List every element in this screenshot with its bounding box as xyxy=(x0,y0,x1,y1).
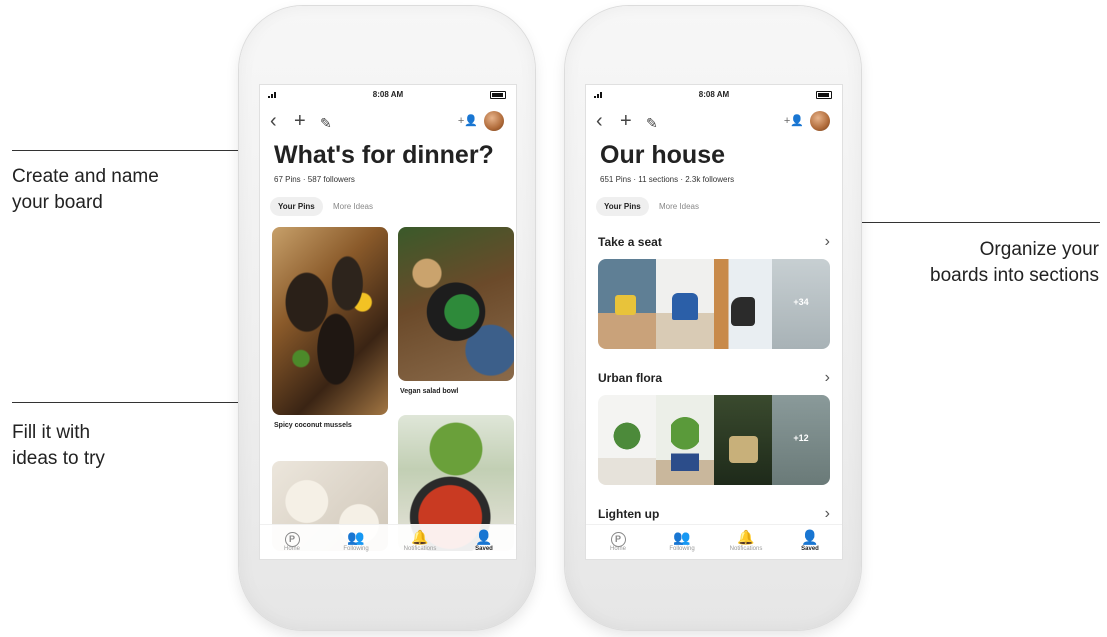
board-toolbar: ‹ + ✎ +👤 xyxy=(586,107,842,135)
section-header[interactable]: Urban flora › xyxy=(598,369,830,386)
callout-create-board: Create and name your board xyxy=(12,164,159,216)
board-meta: 67 Pins · 587 followers xyxy=(274,175,355,184)
nav-notifications[interactable]: 🔔 Notifications xyxy=(714,525,778,559)
following-icon: 👥 xyxy=(347,529,365,545)
callout-text: your board xyxy=(12,192,103,213)
section-thumbnail xyxy=(656,259,714,349)
nav-following[interactable]: 👥 Following xyxy=(650,525,714,559)
nav-notifications[interactable]: 🔔 Notifications xyxy=(388,525,452,559)
callout-text: ideas to try xyxy=(12,448,105,469)
nav-label: Following xyxy=(343,546,369,552)
status-bar: 8:08 AM xyxy=(260,85,516,103)
profile-icon: 👤 xyxy=(475,529,493,545)
section-title: Lighten up xyxy=(598,507,660,521)
nav-following[interactable]: 👥 Following xyxy=(324,525,388,559)
pencil-icon[interactable]: ✎ xyxy=(646,113,658,133)
callout-text: Organize your xyxy=(979,239,1099,260)
battery-icon xyxy=(490,91,506,99)
chevron-right-icon: › xyxy=(824,233,830,250)
leader-line xyxy=(12,150,258,151)
plus-icon[interactable]: + xyxy=(620,111,632,131)
avatar[interactable] xyxy=(484,111,504,131)
callout-text: Fill it with xyxy=(12,422,91,443)
pencil-icon[interactable]: ✎ xyxy=(320,113,332,133)
callout-organize-sections: Organize your boards into sections xyxy=(930,237,1099,289)
section-thumbnail xyxy=(598,259,656,349)
nav-label: Saved xyxy=(475,546,493,552)
status-bar: 8:08 AM xyxy=(586,85,842,103)
tab-more-ideas[interactable]: More Ideas xyxy=(325,197,381,216)
pin-image[interactable] xyxy=(398,227,514,381)
section-preview[interactable]: +34 xyxy=(598,259,830,349)
nav-label: Notifications xyxy=(403,546,437,552)
status-time: 8:08 AM xyxy=(698,90,730,99)
pin-title[interactable]: Spicy coconut mussels xyxy=(274,421,384,430)
board-toolbar: ‹ + ✎ +👤 xyxy=(260,107,516,135)
bell-icon: 🔔 xyxy=(411,529,429,545)
tab-more-ideas[interactable]: More Ideas xyxy=(651,197,707,216)
more-count: +34 xyxy=(793,297,809,307)
pinterest-logo-icon: P xyxy=(586,528,650,547)
chevron-right-icon: › xyxy=(824,505,830,522)
section-thumbnail xyxy=(656,395,714,485)
chevron-right-icon: › xyxy=(824,369,830,386)
phone-screen: 8:08 AM ‹ + ✎ +👤 Our house 651 Pins · 11… xyxy=(585,84,843,560)
back-icon[interactable]: ‹ xyxy=(596,111,603,131)
nav-home[interactable]: P Home xyxy=(586,525,650,559)
back-icon[interactable]: ‹ xyxy=(270,111,277,131)
bottom-nav: P Home 👥 Following 🔔 Notifications 👤 Sav… xyxy=(260,524,516,559)
section-preview[interactable]: +12 xyxy=(598,395,830,485)
section-thumbnail xyxy=(598,395,656,485)
tab-your-pins[interactable]: Your Pins xyxy=(270,197,323,216)
board-tabs: Your Pins More Ideas xyxy=(270,197,381,216)
nav-label: Home xyxy=(609,546,626,552)
nav-label: Following xyxy=(669,546,695,552)
phone-left: 8:08 AM ‹ + ✎ +👤 What's for dinner? 67 P… xyxy=(239,6,535,630)
pin-title[interactable]: Vegan salad bowl xyxy=(400,387,510,396)
avatar[interactable] xyxy=(810,111,830,131)
nav-home[interactable]: P Home xyxy=(260,525,324,559)
board-tabs: Your Pins More Ideas xyxy=(596,197,707,216)
following-icon: 👥 xyxy=(673,529,691,545)
pin-image[interactable] xyxy=(272,227,388,415)
more-count: +12 xyxy=(793,433,809,443)
callout-fill-ideas: Fill it with ideas to try xyxy=(12,420,105,472)
nav-label: Home xyxy=(283,546,300,552)
leader-line xyxy=(12,402,258,403)
phone-right: 8:08 AM ‹ + ✎ +👤 Our house 651 Pins · 11… xyxy=(565,6,861,630)
callout-text: boards into sections xyxy=(930,265,1099,286)
plus-icon[interactable]: + xyxy=(294,111,306,131)
add-collaborator-icon[interactable]: +👤 xyxy=(784,114,804,127)
section-header[interactable]: Lighten up › xyxy=(598,505,830,522)
add-collaborator-icon[interactable]: +👤 xyxy=(458,114,478,127)
nav-saved[interactable]: 👤 Saved xyxy=(778,525,842,559)
nav-saved[interactable]: 👤 Saved xyxy=(452,525,516,559)
board-title: What's for dinner? xyxy=(274,141,494,169)
board-meta: 651 Pins · 11 sections · 2.3k followers xyxy=(600,175,735,184)
section-title: Take a seat xyxy=(598,235,662,249)
tab-your-pins[interactable]: Your Pins xyxy=(596,197,649,216)
profile-icon: 👤 xyxy=(801,529,819,545)
section-thumbnail: +34 xyxy=(772,259,830,349)
nav-label: Saved xyxy=(801,546,819,552)
bottom-nav: P Home 👥 Following 🔔 Notifications 👤 Sav… xyxy=(586,524,842,559)
section-thumbnail xyxy=(714,259,772,349)
battery-icon xyxy=(816,91,832,99)
section-title: Urban flora xyxy=(598,371,663,385)
status-time: 8:08 AM xyxy=(372,90,404,99)
nav-label: Notifications xyxy=(729,546,763,552)
section-thumbnail xyxy=(714,395,772,485)
section-header[interactable]: Take a seat › xyxy=(598,233,830,250)
section-thumbnail: +12 xyxy=(772,395,830,485)
callout-text: Create and name xyxy=(12,166,159,187)
board-title: Our house xyxy=(600,141,726,169)
pinterest-logo-icon: P xyxy=(260,528,324,547)
bell-icon: 🔔 xyxy=(737,529,755,545)
phone-screen: 8:08 AM ‹ + ✎ +👤 What's for dinner? 67 P… xyxy=(259,84,517,560)
